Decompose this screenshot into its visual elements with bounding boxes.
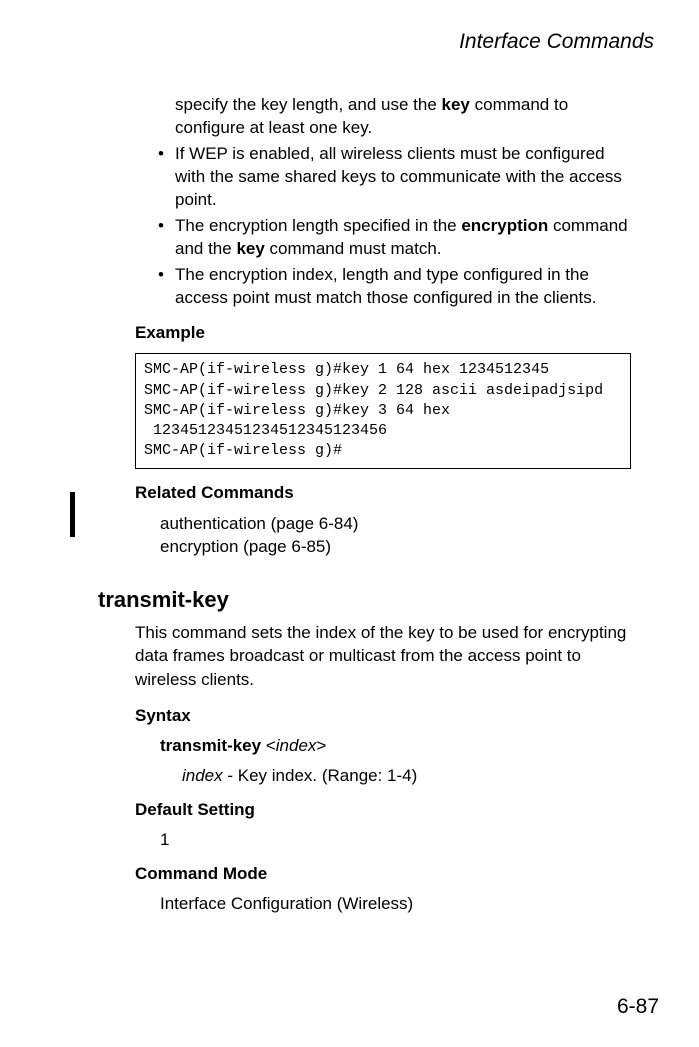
syntax-heading: Syntax (135, 706, 659, 726)
related-commands-content: authentication (page 6-84) encryption (p… (160, 513, 659, 559)
page-header-title: Interface Commands (50, 30, 654, 54)
param-line: index - Key index. (Range: 1-4) (182, 766, 659, 786)
command-title: transmit-key (98, 587, 659, 613)
change-bar-icon (70, 492, 75, 537)
command-mode-heading: Command Mode (135, 864, 659, 884)
syntax-arg-close: > (316, 736, 326, 755)
syntax-argument: index (276, 736, 317, 755)
default-setting-heading: Default Setting (135, 800, 659, 820)
b2-key-word: key (236, 239, 264, 258)
b2-text-a: The encryption length specified in the (175, 216, 461, 235)
intro-paragraph: specify the key length, and use the key … (175, 94, 634, 140)
related-line-1: authentication (page 6-84) (160, 513, 659, 536)
bullet-item-1: If WEP is enabled, all wireless clients … (158, 143, 634, 212)
example-code-block: SMC-AP(if-wireless g)#key 1 64 hex 12345… (135, 353, 631, 468)
b2-encryption-word: encryption (461, 216, 548, 235)
page-number: 6-87 (617, 995, 659, 1019)
intro-key-word: key (442, 95, 470, 114)
param-description: - Key index. (Range: 1-4) (223, 766, 418, 785)
syntax-line: transmit-key <index> (160, 736, 659, 756)
command-mode-value: Interface Configuration (Wireless) (160, 894, 659, 914)
example-heading: Example (135, 323, 659, 343)
related-commands-heading: Related Commands (135, 483, 659, 503)
bullet-list: If WEP is enabled, all wireless clients … (158, 143, 634, 310)
syntax-command: transmit-key (160, 736, 261, 755)
syntax-arg-open: < (261, 736, 276, 755)
b2-text-c: command must match. (265, 239, 442, 258)
param-name: index (182, 766, 223, 785)
command-description: This command sets the index of the key t… (135, 621, 634, 692)
related-line-2: encryption (page 6-85) (160, 536, 659, 559)
bullet-item-2: The encryption length specified in the e… (158, 215, 634, 261)
bullet-item-3: The encryption index, length and type co… (158, 264, 634, 310)
default-setting-value: 1 (160, 830, 659, 850)
intro-text-a: specify the key length, and use the (175, 95, 442, 114)
